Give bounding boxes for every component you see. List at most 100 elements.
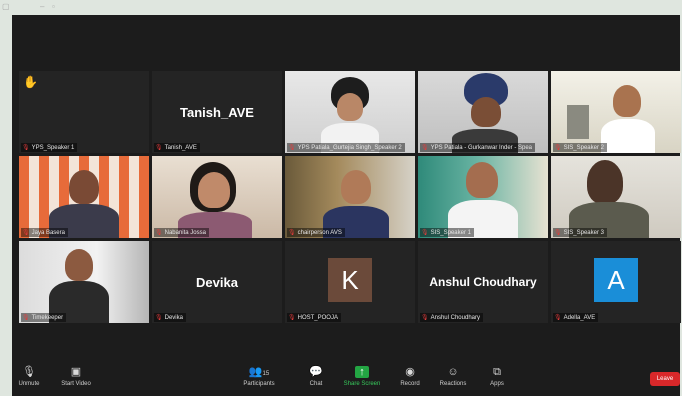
chat-label: Chat [309, 381, 323, 387]
participant-video [418, 71, 548, 153]
participant-tile[interactable]: 🎙 Jaya Basera [19, 156, 149, 238]
participant-label: 🎙 SIS_Speaker 3 [553, 228, 607, 237]
participant-name: Devika [164, 315, 183, 321]
muted-mic-icon: 🎙 [155, 230, 163, 236]
raised-hand-icon: ✋ [23, 75, 38, 89]
participant-label: 🎙 HOST_POOJA [287, 313, 341, 322]
muted-mic-icon: 🎙 [288, 145, 296, 151]
record-button[interactable]: ◉ Record [396, 366, 424, 387]
participant-display-name: Devika [196, 275, 238, 290]
participant-label: 🎙 YPS Patiala_Gurtejia Singh_Speaker 2 [287, 143, 405, 152]
participant-label: 🎙 Nabanita Jossa [154, 228, 209, 237]
muted-mic-icon: 🎙 [421, 230, 429, 236]
face-shape [587, 160, 623, 204]
maximize-icon[interactable]: ▫ [52, 3, 60, 11]
participant-name: HOST_POOJA [297, 315, 338, 321]
participant-label: 🎙 SIS_Speaker 2 [553, 143, 607, 152]
avatar: A [594, 258, 638, 302]
participant-tile[interactable]: K 🎙 HOST_POOJA [285, 241, 415, 323]
participant-tile[interactable]: 🎙 SIS_Speaker 3 [551, 156, 681, 238]
face-shape [69, 170, 99, 204]
participant-video [152, 156, 282, 238]
participant-label: 🎙 chairperson AVS [287, 228, 345, 237]
participant-video [551, 71, 681, 153]
participant-label: 🎙 YPS Patiala - Gurkanwar Inder - Spea [420, 143, 536, 152]
muted-mic-icon: 🎙 [421, 145, 429, 151]
muted-mic-icon: 🎙 [554, 315, 562, 321]
mic-off-icon: 🎙 [22, 366, 36, 378]
participant-name: Anshul Choudhary [430, 315, 480, 321]
muted-mic-icon: 🎙 [288, 315, 296, 321]
participant-name: YPS_Speaker 1 [31, 145, 75, 151]
participant-label: 🎙 Tanish_AVE [154, 143, 200, 152]
face-shape [65, 249, 93, 281]
participant-tile[interactable]: Devika 🎙 Devika [152, 241, 282, 323]
face-shape [341, 170, 371, 204]
participant-name: Tanish_AVE [164, 145, 197, 151]
participant-tile[interactable]: 🎙 YPS Patiala - Gurkanwar Inder - Spea [418, 71, 548, 153]
chat-button[interactable]: 💬 Chat [304, 366, 328, 387]
face-shape [613, 85, 641, 117]
video-off-icon: ▣ [70, 366, 82, 378]
participant-name: YPS Patiala_Gurtejia Singh_Speaker 2 [297, 145, 402, 151]
face-shape [198, 172, 230, 208]
participants-icon: 👥15 [248, 366, 270, 378]
participant-video [285, 71, 415, 153]
chat-icon: 💬 [309, 366, 323, 378]
participant-name: Nabanita Jossa [164, 230, 206, 236]
record-icon: ◉ [405, 366, 415, 378]
participants-button[interactable]: 👥15 Participants [238, 366, 280, 387]
participant-tile[interactable]: 🎙 chairperson AVS [285, 156, 415, 238]
muted-mic-icon: 🎙 [421, 315, 429, 321]
participant-tile[interactable]: ✋ 🎙 YPS_Speaker 1 [19, 71, 149, 153]
leave-button[interactable]: Leave [650, 372, 680, 386]
apps-button[interactable]: ⧉ Apps [486, 366, 508, 387]
participant-tile[interactable]: 🎙 Timekeeper [19, 241, 149, 323]
torso-shape [601, 119, 655, 153]
muted-mic-icon: 🎙 [554, 145, 562, 151]
participant-tile[interactable]: Anshul Choudhary 🎙 Anshul Choudhary [418, 241, 548, 323]
participant-name: Adella_AVE [563, 315, 596, 321]
participant-tile[interactable]: 🎙 SIS_Speaker 1 [418, 156, 548, 238]
start-video-label: Start Video [61, 381, 91, 387]
muted-mic-icon: 🎙 [22, 145, 30, 151]
gallery-view: ✋ 🎙 YPS_Speaker 1 Tanish_AVE 🎙 Tanish_AVE … [19, 71, 681, 341]
share-screen-button[interactable]: ↑ Share Screen [342, 366, 382, 387]
participant-tile[interactable]: 🎙 Nabanita Jossa [152, 156, 282, 238]
window-icon: ▢ [2, 2, 10, 11]
participant-label: 🎙 SIS_Speaker 1 [420, 228, 474, 237]
unmute-label: Unmute [18, 381, 40, 387]
participant-tile[interactable]: Tanish_AVE 🎙 Tanish_AVE [152, 71, 282, 153]
muted-mic-icon: 🎙 [155, 315, 163, 321]
face-shape [471, 97, 501, 127]
minimize-icon[interactable]: – [40, 3, 48, 11]
participants-label: Participants [243, 381, 275, 387]
participant-video [551, 156, 681, 238]
participant-name: SIS_Speaker 2 [563, 145, 604, 151]
participant-tile[interactable]: A 🎙 Adella_AVE [551, 241, 681, 323]
participants-count: 15 [262, 371, 270, 377]
participant-video [285, 156, 415, 238]
participant-video [418, 156, 548, 238]
meeting-toolbar: 🎙 Unmute ▣ Start Video 👥15 Participants … [12, 362, 680, 396]
participant-name: SIS_Speaker 3 [563, 230, 604, 236]
start-video-button[interactable]: ▣ Start Video [56, 366, 96, 387]
participant-label: 🎙 Timekeeper [21, 313, 67, 322]
muted-mic-icon: 🎙 [22, 230, 30, 236]
participant-name: SIS_Speaker 1 [430, 230, 471, 236]
participant-tile[interactable]: 🎙 YPS Patiala_Gurtejia Singh_Speaker 2 [285, 71, 415, 153]
muted-mic-icon: 🎙 [22, 315, 30, 321]
muted-mic-icon: 🎙 [288, 230, 296, 236]
share-screen-label: Share Screen [343, 381, 381, 387]
record-label: Record [400, 381, 420, 387]
unmute-button[interactable]: 🎙 Unmute [14, 366, 44, 387]
participant-video [19, 241, 149, 323]
participant-name: YPS Patiala - Gurkanwar Inder - Spea [430, 145, 533, 151]
apps-icon: ⧉ [493, 366, 501, 378]
participant-name: Timekeeper [31, 315, 64, 321]
participant-video [19, 156, 149, 238]
participant-tile-active-speaker[interactable]: 🎙 SIS_Speaker 2 [551, 71, 681, 153]
participant-label: 🎙 Jaya Basera [21, 228, 68, 237]
face-shape [337, 93, 363, 121]
reactions-button[interactable]: ☺ Reactions [436, 366, 470, 387]
